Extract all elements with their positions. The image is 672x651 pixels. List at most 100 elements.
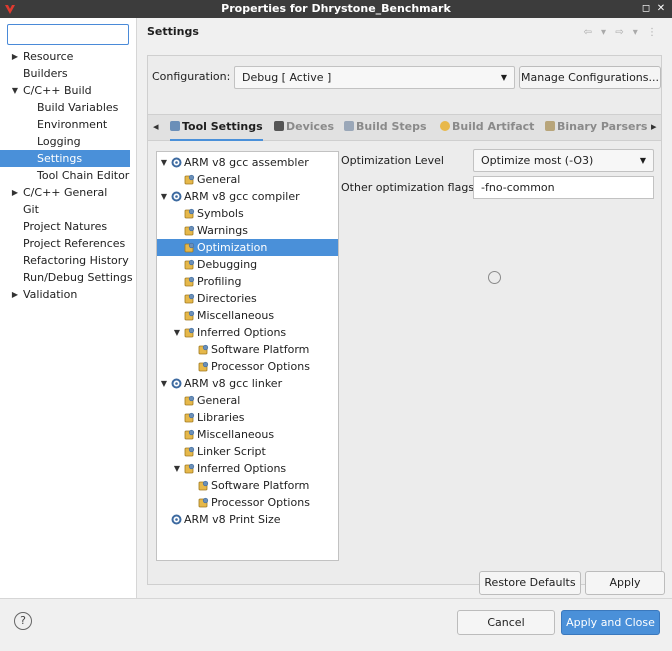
tree-item[interactable]: Profiling bbox=[157, 273, 338, 290]
tree-item[interactable]: Directories bbox=[157, 290, 338, 307]
nav-item[interactable]: Build Variables bbox=[0, 99, 137, 116]
tree-item[interactable]: ▼ ARM v8 gcc linker bbox=[157, 375, 338, 392]
tree-item[interactable]: Symbols bbox=[157, 205, 338, 222]
chevron-right-icon[interactable]: ▶ bbox=[10, 184, 20, 201]
nav-item-label: Tool Chain Editor bbox=[37, 169, 130, 182]
nav-item[interactable]: ▶ Resource bbox=[0, 48, 137, 65]
tab-bar: ◂ Tool Settings Devices Build Steps Buil… bbox=[148, 115, 661, 141]
filter-input[interactable] bbox=[7, 24, 129, 45]
nav-item[interactable]: Project References bbox=[0, 235, 137, 252]
option-category-icon bbox=[184, 327, 195, 338]
nav-item[interactable]: Builders bbox=[0, 65, 137, 82]
tree-item[interactable]: Linker Script bbox=[157, 443, 338, 460]
option-category-icon bbox=[184, 259, 195, 270]
configuration-select[interactable]: Debug [ Active ] ▼ bbox=[234, 66, 515, 89]
nav-item-label: Builders bbox=[23, 67, 68, 80]
tree-item-label: Linker Script bbox=[197, 445, 266, 458]
maximize-icon[interactable]: ◻ bbox=[640, 3, 652, 15]
tree-item[interactable]: ▼ Inferred Options bbox=[157, 324, 338, 341]
tree-item[interactable]: Miscellaneous bbox=[157, 426, 338, 443]
tool-gear-icon bbox=[171, 191, 182, 202]
page-title: Settings bbox=[147, 25, 199, 38]
chevron-down-icon: ▼ bbox=[500, 73, 507, 82]
chevron-down-icon[interactable]: ▼ bbox=[159, 154, 169, 171]
option-category-icon bbox=[184, 225, 195, 236]
artifact-icon bbox=[440, 121, 450, 131]
apply-and-close-button[interactable]: Apply and Close bbox=[561, 610, 660, 635]
tree-item[interactable]: Miscellaneous bbox=[157, 307, 338, 324]
tree-item-label: ARM v8 Print Size bbox=[184, 513, 281, 526]
app-logo-icon bbox=[5, 5, 15, 14]
tree-item[interactable]: Processor Options bbox=[157, 358, 338, 375]
device-icon bbox=[274, 121, 284, 131]
tree-item[interactable]: ▼ Inferred Options bbox=[157, 460, 338, 477]
chevron-down-icon[interactable]: ▼ bbox=[172, 460, 182, 477]
manage-configurations-button[interactable]: Manage Configurations... bbox=[519, 66, 661, 89]
apply-button[interactable]: Apply bbox=[585, 571, 665, 595]
tree-item[interactable]: Software Platform bbox=[157, 341, 338, 358]
chevron-down-icon[interactable]: ▼ bbox=[172, 324, 182, 341]
chevron-down-icon[interactable]: ▼ bbox=[159, 375, 169, 392]
nav-item[interactable]: ▼ C/C++ Build bbox=[0, 82, 137, 99]
nav-item-label: Refactoring History bbox=[23, 254, 129, 267]
option-category-icon bbox=[184, 412, 195, 423]
chevron-right-icon[interactable]: ▶ bbox=[10, 48, 20, 65]
tree-item[interactable]: Software Platform bbox=[157, 477, 338, 494]
nav-item-label: C/C++ Build bbox=[23, 84, 92, 97]
optimization-level-value: Optimize most (-O3) bbox=[481, 154, 594, 167]
tree-item[interactable]: Warnings bbox=[157, 222, 338, 239]
nav-item[interactable]: ▶ C/C++ General bbox=[0, 184, 137, 201]
cancel-button[interactable]: Cancel bbox=[457, 610, 555, 635]
tree-item-label: Profiling bbox=[197, 275, 242, 288]
settings-tabfolder: ◂ Tool Settings Devices Build Steps Buil… bbox=[147, 114, 662, 585]
chevron-down-icon[interactable]: ▼ bbox=[10, 82, 20, 99]
nav-item[interactable]: Settings bbox=[0, 150, 130, 167]
gear-icon bbox=[170, 121, 180, 131]
tree-item-label: General bbox=[197, 394, 241, 407]
help-icon[interactable]: ? bbox=[14, 612, 32, 630]
option-category-icon bbox=[184, 174, 195, 185]
tree-item-label: Miscellaneous bbox=[197, 309, 275, 322]
tree-item[interactable]: Libraries bbox=[157, 409, 338, 426]
tree-item[interactable]: Processor Options bbox=[157, 494, 338, 511]
tab-build-steps[interactable]: Build Steps bbox=[344, 115, 427, 141]
nav-item[interactable]: Environment bbox=[0, 116, 137, 133]
tree-item[interactable]: ▼ ARM v8 gcc compiler bbox=[157, 188, 338, 205]
restore-defaults-button[interactable]: Restore Defaults bbox=[479, 571, 581, 595]
optimization-level-select[interactable]: Optimize most (-O3) ▼ bbox=[473, 149, 654, 172]
nav-item[interactable]: Git bbox=[0, 201, 137, 218]
tree-item-label: Inferred Options bbox=[197, 462, 287, 475]
tool-gear-icon bbox=[171, 157, 182, 168]
nav-item[interactable]: ▶ Validation bbox=[0, 286, 137, 303]
tab-binary-parsers[interactable]: Binary Parsers bbox=[545, 115, 647, 141]
other-optimization-flags-label: Other optimization flags bbox=[341, 181, 475, 194]
other-optimization-flags-input[interactable]: -fno-common bbox=[473, 176, 654, 199]
option-category-icon bbox=[184, 276, 195, 287]
tab-build-artifact[interactable]: Build Artifact bbox=[440, 115, 534, 141]
tree-item[interactable]: General bbox=[157, 392, 338, 409]
tab-tool-settings[interactable]: Tool Settings bbox=[170, 115, 263, 141]
nav-item-label: Validation bbox=[23, 288, 78, 301]
tab-scroll-left-icon[interactable]: ◂ bbox=[153, 115, 159, 141]
tree-item[interactable]: ARM v8 Print Size bbox=[157, 511, 338, 528]
chevron-right-icon[interactable]: ▶ bbox=[10, 286, 20, 303]
tab-devices[interactable]: Devices bbox=[274, 115, 334, 141]
tree-item-label: ARM v8 gcc linker bbox=[184, 377, 283, 390]
nav-item-label: Environment bbox=[37, 118, 108, 131]
nav-item[interactable]: Project Natures bbox=[0, 218, 137, 235]
option-category-icon bbox=[198, 344, 209, 355]
history-nav-icons[interactable]: ⇦ ▾ ⇨ ▾ ⋮ bbox=[583, 27, 660, 38]
close-icon[interactable]: ✕ bbox=[655, 3, 667, 15]
tree-item[interactable]: Optimization bbox=[157, 239, 338, 256]
tab-scroll-right-icon[interactable]: ▸ bbox=[651, 115, 657, 141]
nav-item[interactable]: Run/Debug Settings bbox=[0, 269, 137, 286]
tree-item[interactable]: ▼ ARM v8 gcc assembler bbox=[157, 154, 338, 171]
nav-item[interactable]: Refactoring History bbox=[0, 252, 137, 269]
nav-item-label: Project References bbox=[23, 237, 126, 250]
tree-item[interactable]: General bbox=[157, 171, 338, 188]
chevron-down-icon[interactable]: ▼ bbox=[159, 188, 169, 205]
tree-item[interactable]: Debugging bbox=[157, 256, 338, 273]
nav-item[interactable]: Logging bbox=[0, 133, 137, 150]
nav-item[interactable]: Tool Chain Editor bbox=[0, 167, 137, 184]
nav-item-label: C/C++ General bbox=[23, 186, 108, 199]
